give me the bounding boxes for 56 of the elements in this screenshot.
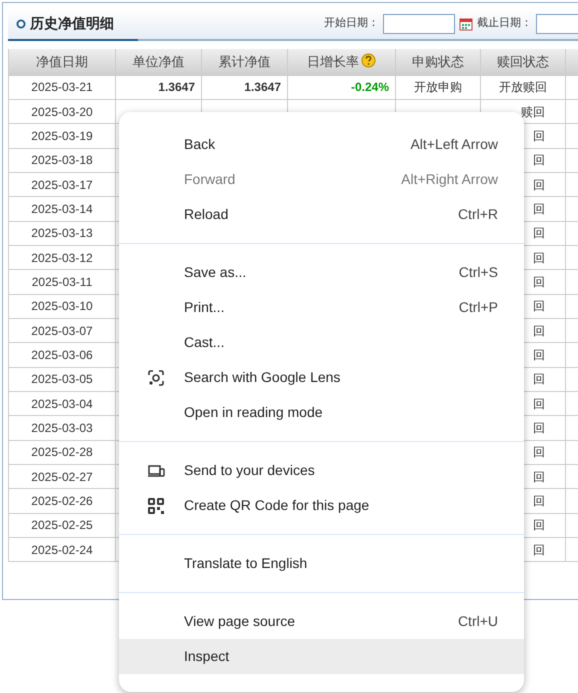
date-cell: 2025-03-07 <box>8 318 116 343</box>
date-cell: 2025-02-25 <box>8 513 116 538</box>
menu-label: Search with Google Lens <box>184 368 340 387</box>
date-cell: 2025-02-28 <box>8 440 116 464</box>
date-cell: 2025-03-10 <box>8 294 116 318</box>
date-cell: 2025-03-19 <box>8 124 116 148</box>
date-cell: 2025-02-27 <box>8 464 116 489</box>
column-header: 申购状态 <box>396 49 480 75</box>
date-cell: 2025-03-20 <box>8 99 116 124</box>
circle-icon <box>16 18 26 28</box>
menu-label: Print... <box>184 298 224 317</box>
qr-code-icon <box>147 497 165 515</box>
menu-label: Translate to English <box>184 554 308 573</box>
date-cell: 2025-03-13 <box>8 221 116 246</box>
status-cell: 开放申购 <box>396 75 480 100</box>
end-date-label: 截止日期： <box>477 16 532 32</box>
date-cell: 2025-02-24 <box>8 538 116 562</box>
menu-label: Open in reading mode <box>184 403 323 422</box>
help-icon[interactable] <box>361 53 376 68</box>
date-cell: 2025-03-05 <box>8 367 116 392</box>
menu-label: Back <box>184 135 216 154</box>
shortcut-text: Ctrl+U <box>458 612 498 631</box>
column-header: 净值日期 <box>8 49 116 75</box>
value-cell: 1.3647 <box>202 75 288 100</box>
change-cell: -0.24% <box>288 75 396 100</box>
date-cell: 2025-03-18 <box>8 148 116 172</box>
date-cell: 2025-03-11 <box>8 270 116 294</box>
menu-label: View page source <box>184 612 296 631</box>
start-date-field[interactable] <box>383 14 455 34</box>
column-header: 单位净值 <box>116 49 202 75</box>
date-cell: 2025-03-17 <box>8 172 116 197</box>
calendar-icon[interactable] <box>459 16 473 30</box>
lens-icon <box>147 369 165 387</box>
start-date-label: 开始日期： <box>324 16 379 32</box>
date-cell: 2025-03-06 <box>8 342 116 368</box>
date-cell: 2025-03-14 <box>8 196 116 222</box>
menu-label: Cast... <box>184 333 224 352</box>
menu-item[interactable]: View page source Ctrl+U <box>119 604 524 639</box>
menu-label: Forward <box>184 170 236 189</box>
menu-label: Inspect <box>184 647 230 666</box>
menu-label: Send to your devices <box>184 461 315 480</box>
column-header: 日增长率 <box>307 54 359 69</box>
column-header: 赎回状态 <box>480 49 566 75</box>
date-cell: 2025-03-03 <box>8 416 116 440</box>
panel-title: 历史净值明细 <box>30 14 114 33</box>
date-cell: 2025-03-21 <box>8 75 116 100</box>
status-cell: 开放赎回 <box>480 75 566 100</box>
date-cell: 2025-02-26 <box>8 488 116 514</box>
menu-label: Reload <box>184 205 228 224</box>
menu-label: Save as... <box>184 263 246 282</box>
menu-item[interactable]: Inspect <box>119 639 524 674</box>
value-cell: 1.3647 <box>116 75 202 100</box>
date-cell: 2025-03-12 <box>8 245 116 270</box>
date-cell: 2025-03-04 <box>8 391 116 416</box>
menu-label: Create QR Code for this page <box>184 496 370 515</box>
column-header: 累计净值 <box>202 49 288 75</box>
